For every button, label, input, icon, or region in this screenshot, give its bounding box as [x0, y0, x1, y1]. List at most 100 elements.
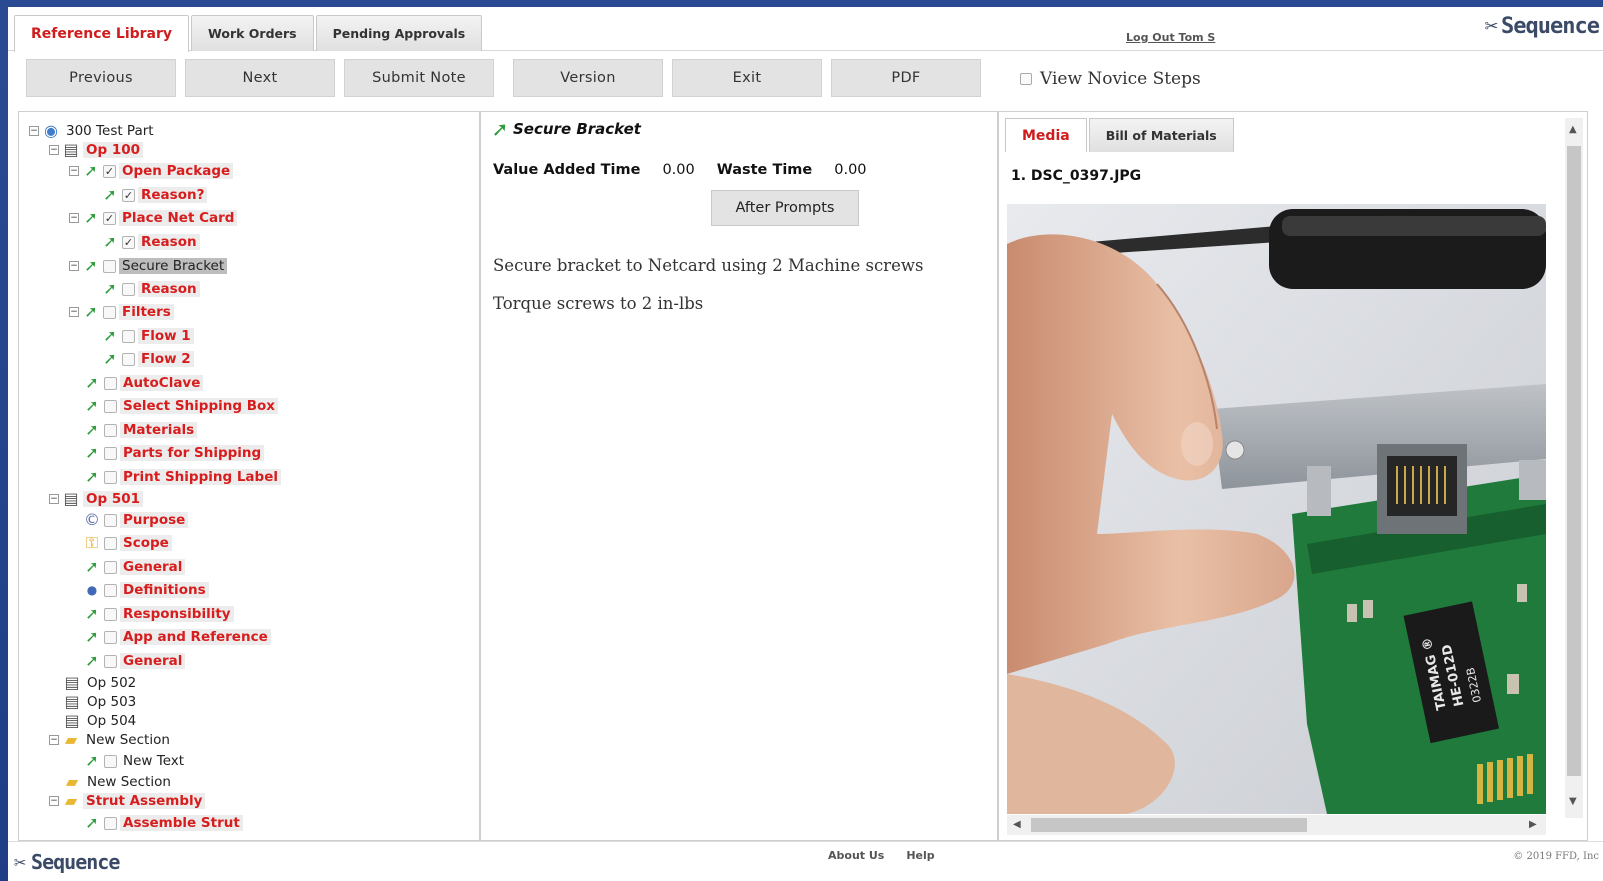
- step-checkbox[interactable]: [104, 513, 117, 527]
- help-link[interactable]: Help: [906, 849, 934, 862]
- scroll-up-icon[interactable]: ▲: [1569, 124, 1577, 135]
- tree-node-new-section-2[interactable]: ▰ New Section: [63, 773, 174, 791]
- tree-node-assemble-strut[interactable]: ➚ Assemble Strut: [83, 814, 243, 832]
- tree-node-reason-2[interactable]: ➚ Reason: [101, 280, 200, 298]
- collapse-icon[interactable]: −: [69, 261, 79, 271]
- tree-node-reason-1[interactable]: ➚ ✓ Reason: [101, 233, 200, 251]
- vertical-scroll-thumb[interactable]: [1567, 146, 1581, 776]
- exit-button[interactable]: Exit: [672, 59, 822, 97]
- tree-node-new-text[interactable]: ➚ New Text: [83, 752, 187, 770]
- step-checkbox[interactable]: [122, 282, 135, 296]
- step-checkbox[interactable]: [104, 399, 117, 413]
- tree-node-select-shipping-box[interactable]: ➚ Select Shipping Box: [83, 397, 278, 415]
- tab-pending-approvals[interactable]: Pending Approvals: [315, 15, 483, 51]
- tree-node-flow-1[interactable]: ➚ Flow 1: [101, 327, 194, 345]
- tree-label: Scope: [120, 535, 172, 551]
- tree-node-open-package[interactable]: − ➚ ✓ Open Package: [69, 162, 234, 180]
- step-checkbox[interactable]: [122, 329, 135, 343]
- step-checkbox[interactable]: [104, 630, 117, 644]
- logout-link[interactable]: Log Out Tom S: [1126, 31, 1215, 44]
- tree-node-new-section-1[interactable]: − ▰ New Section: [49, 731, 173, 749]
- tree-node-app-and-reference[interactable]: ➚ App and Reference: [83, 628, 271, 646]
- tree-node-op504[interactable]: ▤ Op 504: [63, 712, 139, 730]
- collapse-icon[interactable]: −: [49, 796, 59, 806]
- step-checkbox[interactable]: [104, 376, 117, 390]
- tree-node-autoclave[interactable]: ➚ AutoClave: [83, 374, 204, 392]
- waste-time-label: Waste Time: [716, 162, 813, 178]
- tree-label: Definitions: [120, 582, 209, 598]
- tree-node-general-1[interactable]: ➚ General: [83, 558, 186, 576]
- after-prompts-button[interactable]: After Prompts: [711, 190, 859, 226]
- version-button[interactable]: Version: [513, 59, 663, 97]
- tree-node-print-shipping-label[interactable]: ➚ Print Shipping Label: [83, 468, 281, 486]
- step-checkbox[interactable]: ✓: [103, 164, 116, 178]
- tree-node-root[interactable]: − ◉ 300 Test Part: [29, 122, 157, 140]
- scroll-down-icon[interactable]: ▼: [1569, 796, 1577, 807]
- collapse-icon[interactable]: −: [69, 307, 79, 317]
- tree-node-general-2[interactable]: ➚ General: [83, 652, 186, 670]
- tab-work-orders[interactable]: Work Orders: [191, 15, 314, 51]
- step-checkbox[interactable]: [104, 446, 117, 460]
- tree-node-strut-assembly[interactable]: − ▰ Strut Assembly: [49, 792, 206, 810]
- tree-node-op100[interactable]: − ▤ Op 100: [49, 141, 144, 159]
- step-checkbox[interactable]: [104, 654, 117, 668]
- tree-label: Responsibility: [120, 606, 234, 622]
- step-checkbox[interactable]: [122, 352, 135, 366]
- tree-node-filters[interactable]: − ➚ Filters: [69, 303, 174, 321]
- step-checkbox[interactable]: [103, 259, 116, 273]
- step-checkbox[interactable]: [104, 583, 117, 597]
- tree-node-secure-bracket[interactable]: − ➚ Secure Bracket: [69, 257, 228, 275]
- step-checkbox[interactable]: ✓: [103, 211, 116, 225]
- horizontal-scroll-thumb[interactable]: [1031, 818, 1307, 832]
- tree-label: Place Net Card: [119, 210, 238, 226]
- next-button[interactable]: Next: [185, 59, 335, 97]
- tab-media[interactable]: Media: [1005, 118, 1087, 152]
- tree-node-scope[interactable]: ⚿ Scope: [83, 534, 172, 552]
- tree-node-op503[interactable]: ▤ Op 503: [63, 693, 139, 711]
- collapse-icon[interactable]: −: [69, 166, 79, 176]
- step-checkbox[interactable]: [104, 470, 117, 484]
- tree-label: General: [120, 653, 186, 669]
- tree-node-responsibility[interactable]: ➚ Responsibility: [83, 605, 234, 623]
- collapse-icon[interactable]: −: [49, 145, 59, 155]
- step-arrow-icon: ➚: [85, 443, 99, 462]
- tab-bill-of-materials[interactable]: Bill of Materials: [1088, 118, 1234, 152]
- collapse-icon[interactable]: −: [69, 213, 79, 223]
- about-us-link[interactable]: About Us: [828, 849, 884, 862]
- tree-node-place-net-card[interactable]: − ➚ ✓ Place Net Card: [69, 209, 238, 227]
- tab-reference-library[interactable]: Reference Library: [14, 15, 190, 52]
- tree-node-materials[interactable]: ➚ Materials: [83, 421, 198, 439]
- step-checkbox[interactable]: [104, 560, 117, 574]
- tree-node-op502[interactable]: ▤ Op 502: [63, 674, 139, 692]
- novice-steps-toggle[interactable]: View Novice Steps: [1020, 69, 1201, 89]
- step-checkbox[interactable]: [104, 754, 117, 768]
- step-checkbox[interactable]: ✓: [122, 188, 135, 202]
- novice-steps-checkbox[interactable]: [1020, 73, 1032, 85]
- step-checkbox[interactable]: [104, 423, 117, 437]
- collapse-icon[interactable]: −: [49, 735, 59, 745]
- value-added-label: Value Added Time: [493, 162, 641, 178]
- step-checkbox[interactable]: [103, 305, 116, 319]
- footer: ✂ Sequence About Us Help © 2019 FFD, Inc: [8, 841, 1603, 881]
- scroll-right-icon[interactable]: ▶: [1529, 819, 1537, 830]
- step-arrow-icon: ➚: [85, 396, 99, 415]
- vertical-scrollbar[interactable]: ▲ ▼: [1565, 118, 1583, 818]
- step-checkbox[interactable]: [104, 607, 117, 621]
- scroll-left-icon[interactable]: ◀: [1013, 819, 1021, 830]
- submit-note-button[interactable]: Submit Note: [344, 59, 494, 97]
- pdf-button[interactable]: PDF: [831, 59, 981, 97]
- step-checkbox[interactable]: ✓: [122, 235, 135, 249]
- collapse-icon[interactable]: −: [29, 126, 39, 136]
- previous-button[interactable]: Previous: [26, 59, 176, 97]
- step-checkbox[interactable]: [104, 536, 117, 550]
- step-checkbox[interactable]: [104, 816, 117, 830]
- tree-label: Materials: [120, 422, 198, 438]
- tree-node-purpose[interactable]: © Purpose: [83, 511, 189, 529]
- tree-node-parts-for-shipping[interactable]: ➚ Parts for Shipping: [83, 443, 265, 462]
- tree-node-op501[interactable]: − ▤ Op 501: [49, 490, 144, 508]
- tree-node-flow-2[interactable]: ➚ Flow 2: [101, 350, 194, 368]
- tree-node-definitions[interactable]: ● Definitions: [83, 581, 209, 599]
- horizontal-scrollbar[interactable]: ◀ ▶: [1007, 815, 1546, 835]
- tree-node-reason-q[interactable]: ➚ ✓ Reason?: [101, 186, 208, 204]
- collapse-icon[interactable]: −: [49, 494, 59, 504]
